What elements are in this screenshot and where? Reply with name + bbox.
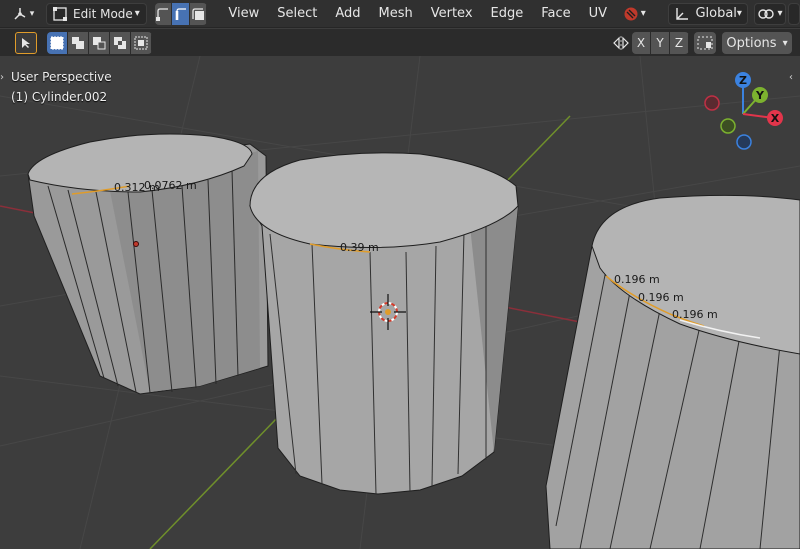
3d-viewport[interactable]: User Perspective (1) Cylinder.002 › ‹ Z … xyxy=(0,56,800,549)
edge-length-label: 0.196 m xyxy=(672,308,718,321)
viewport-header: ▾ Edit Mode ▾ View Select Add Mesh Verte… xyxy=(0,0,800,28)
edge-select-icon xyxy=(175,7,186,20)
gizmo-x-label: X xyxy=(771,112,780,125)
options-dropdown[interactable]: Options ▾ xyxy=(722,32,792,54)
menu-edge[interactable]: Edge xyxy=(482,3,533,25)
face-select-button[interactable] xyxy=(189,2,208,25)
mode-select[interactable]: Edit Mode ▾ xyxy=(46,2,147,25)
chevron-down-icon: ▾ xyxy=(736,8,742,19)
mirror-z-toggle[interactable]: Z xyxy=(670,32,689,54)
orientation-icon xyxy=(676,7,689,20)
editor-type-button[interactable]: ▾ xyxy=(8,3,38,25)
tool-settings-bar: X Y Z Options ▾ xyxy=(0,29,800,56)
selection-mode-group xyxy=(47,32,152,54)
auto-merge-button[interactable] xyxy=(694,32,716,54)
header-overflow-button[interactable] xyxy=(787,2,800,25)
vertex-select-icon xyxy=(156,7,169,21)
options-label: Options xyxy=(726,35,777,51)
face-select-icon xyxy=(192,7,205,20)
select-extend-icon xyxy=(72,37,84,49)
edge-length-label: 0.196 m xyxy=(638,291,684,304)
select-subtract-icon xyxy=(93,37,106,50)
menu-select[interactable]: Select xyxy=(268,3,326,25)
chevron-down-icon: ▾ xyxy=(29,8,35,19)
menu-uv[interactable]: UV xyxy=(580,3,616,25)
select-mode-group xyxy=(154,2,208,25)
chevron-down-icon: ▾ xyxy=(134,8,140,19)
cylinder-left xyxy=(27,133,269,395)
edge-length-label: 0.196 m xyxy=(614,273,660,286)
edge-select-button[interactable] xyxy=(172,2,190,25)
gizmo-y-label: Y xyxy=(755,89,765,102)
uv-sync-icon xyxy=(624,7,638,20)
cylinder-middle xyxy=(249,152,519,495)
edge-length-label: 0.39 m xyxy=(340,241,379,254)
active-object-label: (1) Cylinder.002 xyxy=(11,90,108,104)
gizmo-neg-x xyxy=(704,95,720,111)
chevron-down-icon: ▾ xyxy=(640,8,646,19)
select-set-icon xyxy=(50,36,64,50)
mode-label: Edit Mode xyxy=(73,6,133,21)
select-intersect-button[interactable] xyxy=(131,32,152,54)
edit-mode-icon xyxy=(53,6,68,21)
mirror-y-toggle[interactable]: Y xyxy=(651,32,670,54)
mirror-axis-group: X Y Z xyxy=(632,32,689,54)
menu-view[interactable]: View xyxy=(219,3,268,25)
select-subtract-button[interactable] xyxy=(89,32,110,54)
menu-mesh[interactable]: Mesh xyxy=(370,3,422,25)
cylinder-right xyxy=(545,194,800,549)
menu-face[interactable]: Face xyxy=(532,3,579,25)
editor-type-icon xyxy=(14,7,26,20)
edge-length-label: 0.0762 m xyxy=(144,179,197,192)
header-menu: View Select Add Mesh Vertex Edge Face UV xyxy=(219,3,616,25)
mesh-overlay-button[interactable]: ▾ xyxy=(620,3,648,25)
menu-vertex[interactable]: Vertex xyxy=(422,3,482,25)
mirror-x-toggle[interactable]: X xyxy=(632,32,651,54)
transform-orientation-select[interactable]: Global ▾ xyxy=(668,2,748,25)
gizmo-z-label: Z xyxy=(739,74,747,87)
select-difference-icon xyxy=(114,37,126,49)
select-intersect-icon xyxy=(134,36,148,50)
pivot-snap-button[interactable]: ▾ xyxy=(753,2,786,25)
toolbar-toggle-icon[interactable]: › xyxy=(0,72,8,86)
cursor-icon xyxy=(22,38,30,48)
select-tool-button[interactable] xyxy=(15,32,37,54)
viewport-info: User Perspective (1) Cylinder.002 xyxy=(11,67,112,107)
vertex-select-button[interactable] xyxy=(154,2,173,25)
chevron-down-icon: ▾ xyxy=(777,8,783,19)
select-extend-button[interactable] xyxy=(68,32,89,54)
auto-merge-icon xyxy=(697,36,713,50)
perspective-label: User Perspective xyxy=(11,70,112,84)
menu-add[interactable]: Add xyxy=(326,3,369,25)
mirror-icon xyxy=(611,34,631,52)
gizmo-neg-y xyxy=(720,118,736,134)
select-difference-button[interactable] xyxy=(110,32,131,54)
link-icon xyxy=(758,8,775,19)
chevron-down-icon: ▾ xyxy=(782,37,788,49)
select-set-button[interactable] xyxy=(47,32,68,54)
orientation-label: Global xyxy=(695,6,737,21)
navigation-gizmo[interactable]: Z Y X xyxy=(700,68,792,158)
gizmo-neg-z xyxy=(736,134,752,150)
